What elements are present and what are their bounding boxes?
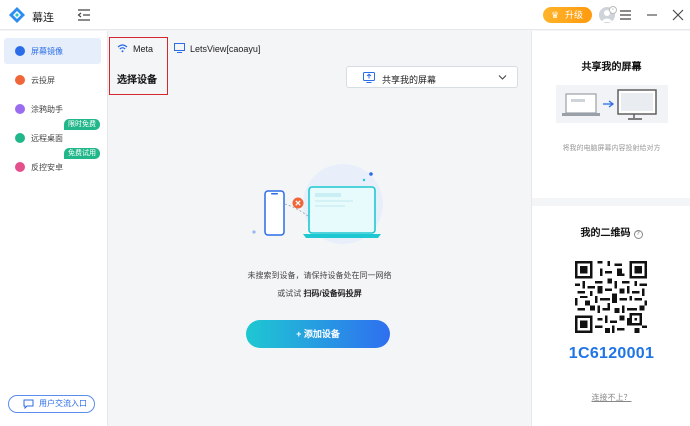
- share-dropdown-label: 共享我的屏幕: [382, 75, 437, 85]
- scan-code-link[interactable]: 扫码/设备码投屏: [304, 289, 362, 298]
- menu-icon[interactable]: [620, 9, 631, 21]
- qr-title-row: 我的二维码?: [532, 224, 690, 239]
- reverse-control-icon: [15, 162, 25, 172]
- community-label: 用户交流入口: [39, 399, 87, 408]
- share-screen-title: 共享我的屏幕: [581, 62, 642, 73]
- sidebar-item-label: 屏幕镜像: [31, 47, 63, 56]
- device-tab-label: Meta: [133, 44, 154, 54]
- select-device-label: 选择设备: [117, 75, 157, 86]
- title-bar: 幕连 ♛ 升级 ◦: [0, 0, 690, 30]
- free-badge: 限时免费: [64, 119, 100, 130]
- right-panel: 共享我的屏幕 将我的电脑屏幕内容投射给对方 我的二维码? 1C6120001 连…: [531, 31, 690, 426]
- sidebar-item-label: 涂鸦助手: [31, 105, 63, 114]
- sidebar: 屏幕镜像 云投屏 涂鸦助手 远程桌面 限时免费 反控安卓 免费试用 用户交流入口: [0, 31, 108, 426]
- sidebar-item-label: 云投屏: [31, 76, 55, 85]
- no-device-illustration: [252, 164, 383, 244]
- add-device-button[interactable]: + 添加设备: [246, 320, 390, 348]
- sidebar-item-cloud-cast[interactable]: 云投屏: [4, 67, 101, 93]
- app-name: 幕连: [32, 12, 54, 24]
- share-screen-dropdown[interactable]: 共享我的屏幕: [346, 66, 518, 88]
- sidebar-item-screen-mirror[interactable]: 屏幕镜像: [4, 38, 101, 64]
- share-screen-icon: [363, 72, 375, 83]
- wifi-icon: [117, 44, 128, 53]
- upgrade-button[interactable]: ♛ 升级: [543, 7, 592, 23]
- alt-connect-prefix: 或试试: [277, 289, 304, 298]
- connection-help-link[interactable]: 连接不上？: [532, 392, 690, 403]
- device-tab-label: LetsView[caoayu]: [190, 44, 261, 54]
- chat-icon: [23, 399, 34, 409]
- close-icon[interactable]: [672, 8, 684, 22]
- sidebar-item-label: 远程桌面: [31, 134, 63, 143]
- panel-divider: [532, 198, 690, 206]
- cloud-cast-icon: [15, 75, 25, 85]
- community-button[interactable]: 用户交流入口: [8, 395, 95, 413]
- device-code: 1C6120001: [568, 345, 655, 362]
- sidebar-item-reverse-control[interactable]: 反控安卓 免费试用: [4, 148, 101, 180]
- screen-mirror-icon: [15, 46, 25, 56]
- qr-code-image: [575, 261, 647, 333]
- main-panel: Meta 选择设备 LetsView[caoayu] 共享我的屏幕 未搜索到设备…: [109, 31, 530, 426]
- alt-connect-hint: 或试试 扫码/设备码投屏: [109, 288, 530, 299]
- app-logo-icon: [9, 7, 25, 23]
- crown-icon: ♛: [551, 10, 560, 20]
- help-icon[interactable]: ?: [633, 230, 643, 239]
- vip-badge-icon: ◦: [609, 6, 617, 14]
- trial-badge: 免费试用: [64, 148, 100, 159]
- collapse-sidebar-icon[interactable]: [77, 8, 91, 22]
- monitor-icon: [174, 43, 185, 53]
- no-device-hint: 未搜索到设备，请保持设备处在同一网络: [247, 271, 392, 280]
- remote-desktop-icon: [15, 133, 25, 143]
- upgrade-label: 升级: [565, 10, 584, 20]
- sidebar-item-label: 反控安卓: [31, 163, 63, 172]
- qr-title: 我的二维码: [580, 228, 631, 239]
- share-screen-illustration: [556, 85, 668, 123]
- minimize-icon[interactable]: [646, 8, 658, 22]
- chevron-down-icon: [498, 75, 507, 80]
- doodle-icon: [15, 104, 25, 114]
- share-screen-desc: 将我的电脑屏幕内容投射给对方: [562, 145, 661, 152]
